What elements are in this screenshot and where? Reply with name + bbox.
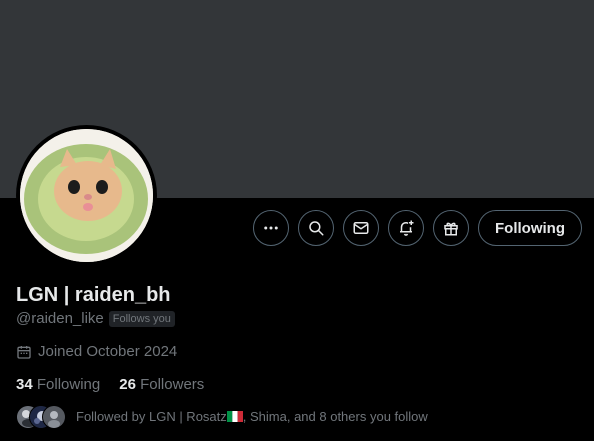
avatar: [42, 405, 66, 429]
followed-by-avatars: [16, 405, 66, 429]
message-button[interactable]: [343, 210, 380, 246]
avatar-image: [20, 129, 153, 262]
gift-button[interactable]: [433, 210, 470, 246]
joined-date: Joined October 2024: [38, 343, 178, 360]
search-profile-button[interactable]: [298, 210, 335, 246]
search-icon: [309, 221, 324, 236]
italy-flag-icon: [226, 410, 243, 422]
follow-stats: 34 Following 26 Followers: [16, 376, 204, 393]
followed-by-suffix: , Shima, and 8 others you follow: [242, 408, 428, 424]
profile-avatar[interactable]: [16, 125, 157, 266]
followers-label: Followers: [140, 376, 205, 393]
following-stat-link[interactable]: 34 Following: [16, 376, 100, 393]
envelope-icon: [353, 222, 369, 234]
following-button[interactable]: Following: [478, 210, 582, 246]
more-button[interactable]: [253, 210, 290, 246]
follows-you-badge: Follows you: [108, 310, 175, 327]
profile-actions: Following: [253, 210, 582, 246]
following-button-label: Following: [495, 219, 565, 237]
followers-stat-link[interactable]: 26 Followers: [119, 376, 204, 393]
followed-by-prefix: Followed by LGN | Rosatz: [76, 408, 227, 424]
display-name: LGN | raiden_bh: [16, 284, 171, 306]
bell-plus-icon: [400, 220, 414, 236]
notifications-button[interactable]: [388, 210, 425, 246]
followers-count: 26: [119, 376, 136, 393]
more-dots-icon: [264, 226, 278, 230]
gift-icon: [444, 222, 458, 236]
following-count: 34: [16, 376, 33, 393]
handle-row: @raiden_like Follows you: [16, 310, 175, 327]
followed-by-text: Followed by LGN | Rosatz , Shima, and 8 o…: [76, 409, 428, 424]
following-label: Following: [36, 376, 101, 393]
user-handle: @raiden_like: [16, 310, 104, 327]
calendar-icon: [17, 345, 31, 359]
joined-date-row: Joined October 2024: [16, 343, 177, 360]
followed-by-row[interactable]: Followed by LGN | Rosatz , Shima, and 8 o…: [16, 405, 428, 429]
